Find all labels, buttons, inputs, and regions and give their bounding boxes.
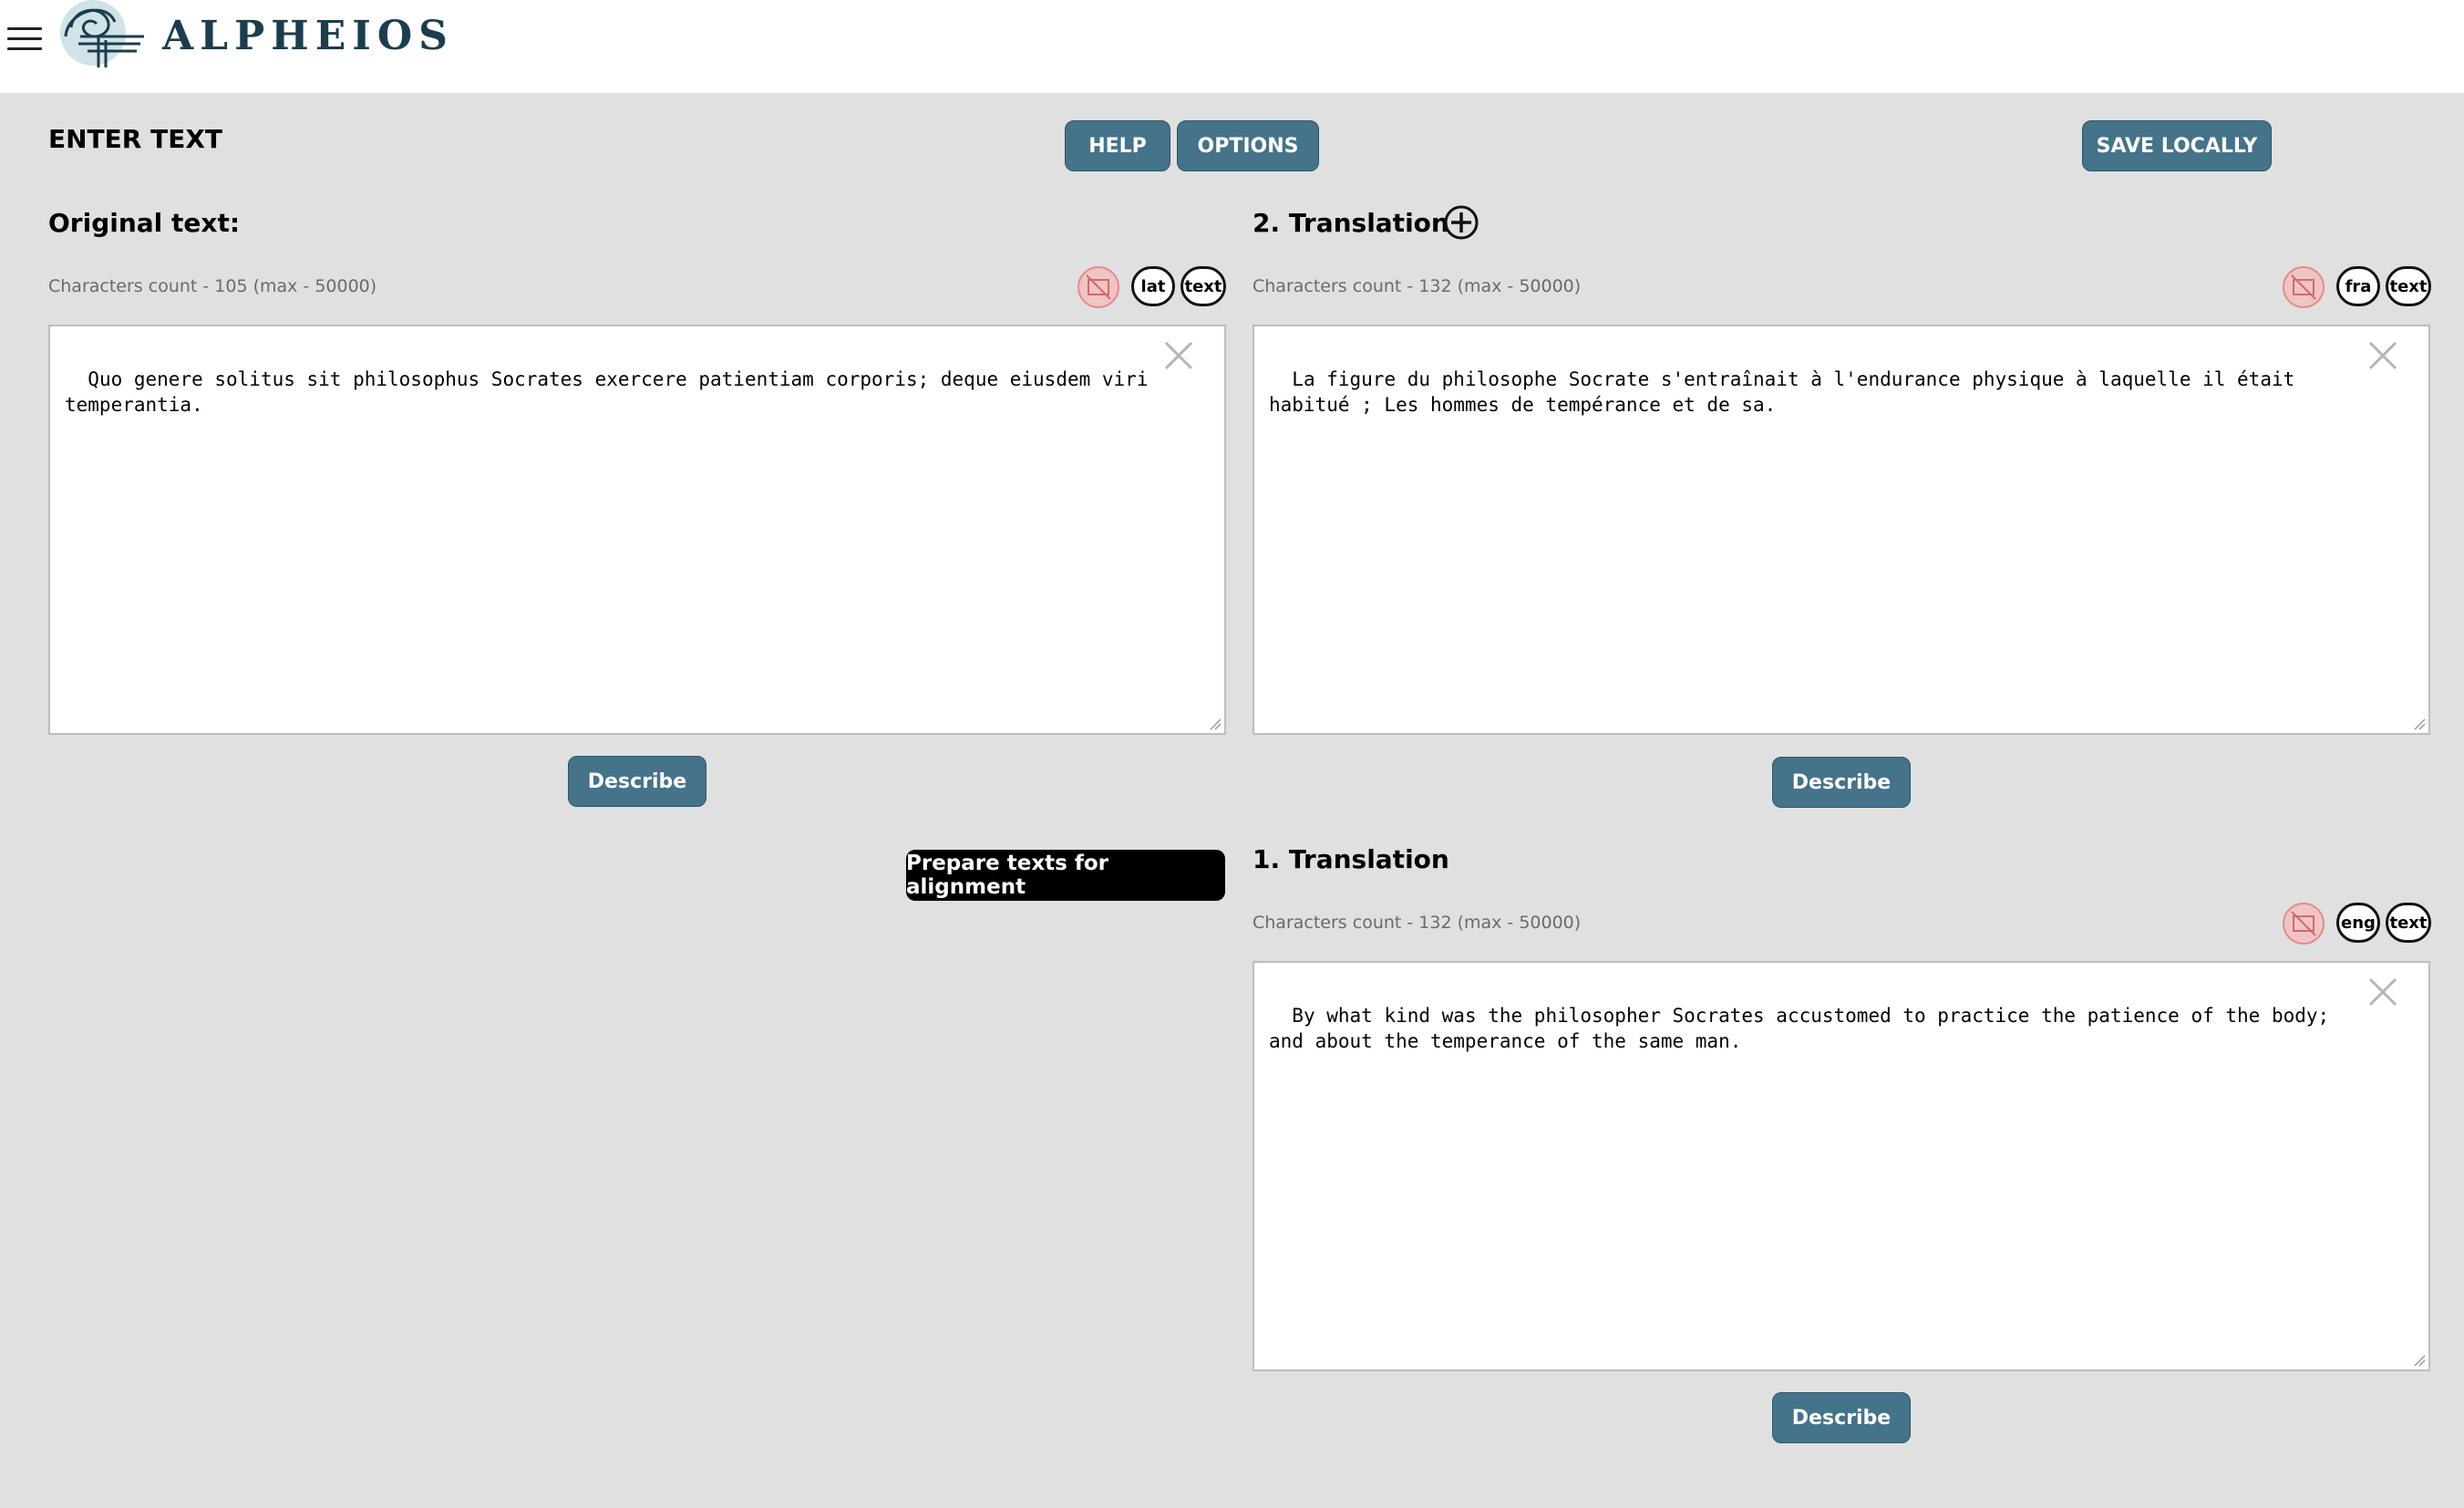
no-image-icon[interactable] (1077, 266, 1119, 308)
language-badge[interactable]: eng (2336, 903, 2380, 943)
resize-handle[interactable] (2413, 718, 2426, 730)
top-bar: ALPHEIOS (0, 0, 2464, 93)
language-badge[interactable]: lat (1131, 266, 1175, 306)
translation-1-input[interactable]: By what kind was the philosopher Socrate… (1253, 961, 2430, 1371)
resize-handle[interactable] (2413, 1354, 2426, 1367)
describe-translation-2-button[interactable]: Describe (1772, 757, 1911, 808)
original-text-value: Quo genere solitus sit philosophus Socra… (65, 368, 1160, 416)
translation-1-value: By what kind was the philosopher Socrate… (1269, 1005, 2341, 1052)
plus-icon[interactable] (1443, 204, 1479, 241)
translation-2-value: La figure du philosophe Socrate s'entraî… (1269, 368, 2306, 416)
options-button[interactable]: OPTIONS (1177, 120, 1319, 171)
close-icon[interactable] (1162, 339, 1195, 372)
menu-icon[interactable] (7, 26, 42, 53)
translation-2-title: 2. Translation (1253, 208, 1449, 238)
language-badge[interactable]: fra (2336, 266, 2380, 306)
text-type-badge[interactable]: text (2386, 266, 2431, 306)
text-type-badge[interactable]: text (2386, 903, 2431, 943)
no-image-icon[interactable] (2283, 903, 2325, 945)
save-locally-button[interactable]: SAVE LOCALLY (2082, 120, 2272, 171)
page-title: ENTER TEXT (48, 124, 223, 154)
no-image-icon[interactable] (2283, 266, 2325, 308)
translation-2-input[interactable]: La figure du philosophe Socrate s'entraî… (1253, 325, 2430, 735)
prepare-alignment-button[interactable]: Prepare texts for alignment (906, 850, 1225, 901)
translation-1-char-count: Characters count - 132 (max - 50000) (1253, 913, 1582, 933)
resize-handle[interactable] (1209, 718, 1222, 730)
original-text-input[interactable]: Quo genere solitus sit philosophus Socra… (48, 325, 1226, 735)
original-text-title: Original text: (48, 208, 241, 238)
translation-1-title: 1. Translation (1253, 844, 1449, 874)
help-button[interactable]: HELP (1065, 120, 1170, 171)
describe-translation-1-button[interactable]: Describe (1772, 1392, 1911, 1443)
brand-name: ALPHEIOS (162, 13, 454, 59)
close-icon[interactable] (2366, 976, 2399, 1008)
describe-original-button[interactable]: Describe (568, 756, 706, 807)
alpheios-logo (60, 0, 144, 67)
close-icon[interactable] (2366, 339, 2399, 372)
translation-2-char-count: Characters count - 132 (max - 50000) (1253, 276, 1582, 296)
text-type-badge[interactable]: text (1180, 266, 1226, 306)
original-char-count: Characters count - 105 (max - 50000) (48, 276, 377, 296)
